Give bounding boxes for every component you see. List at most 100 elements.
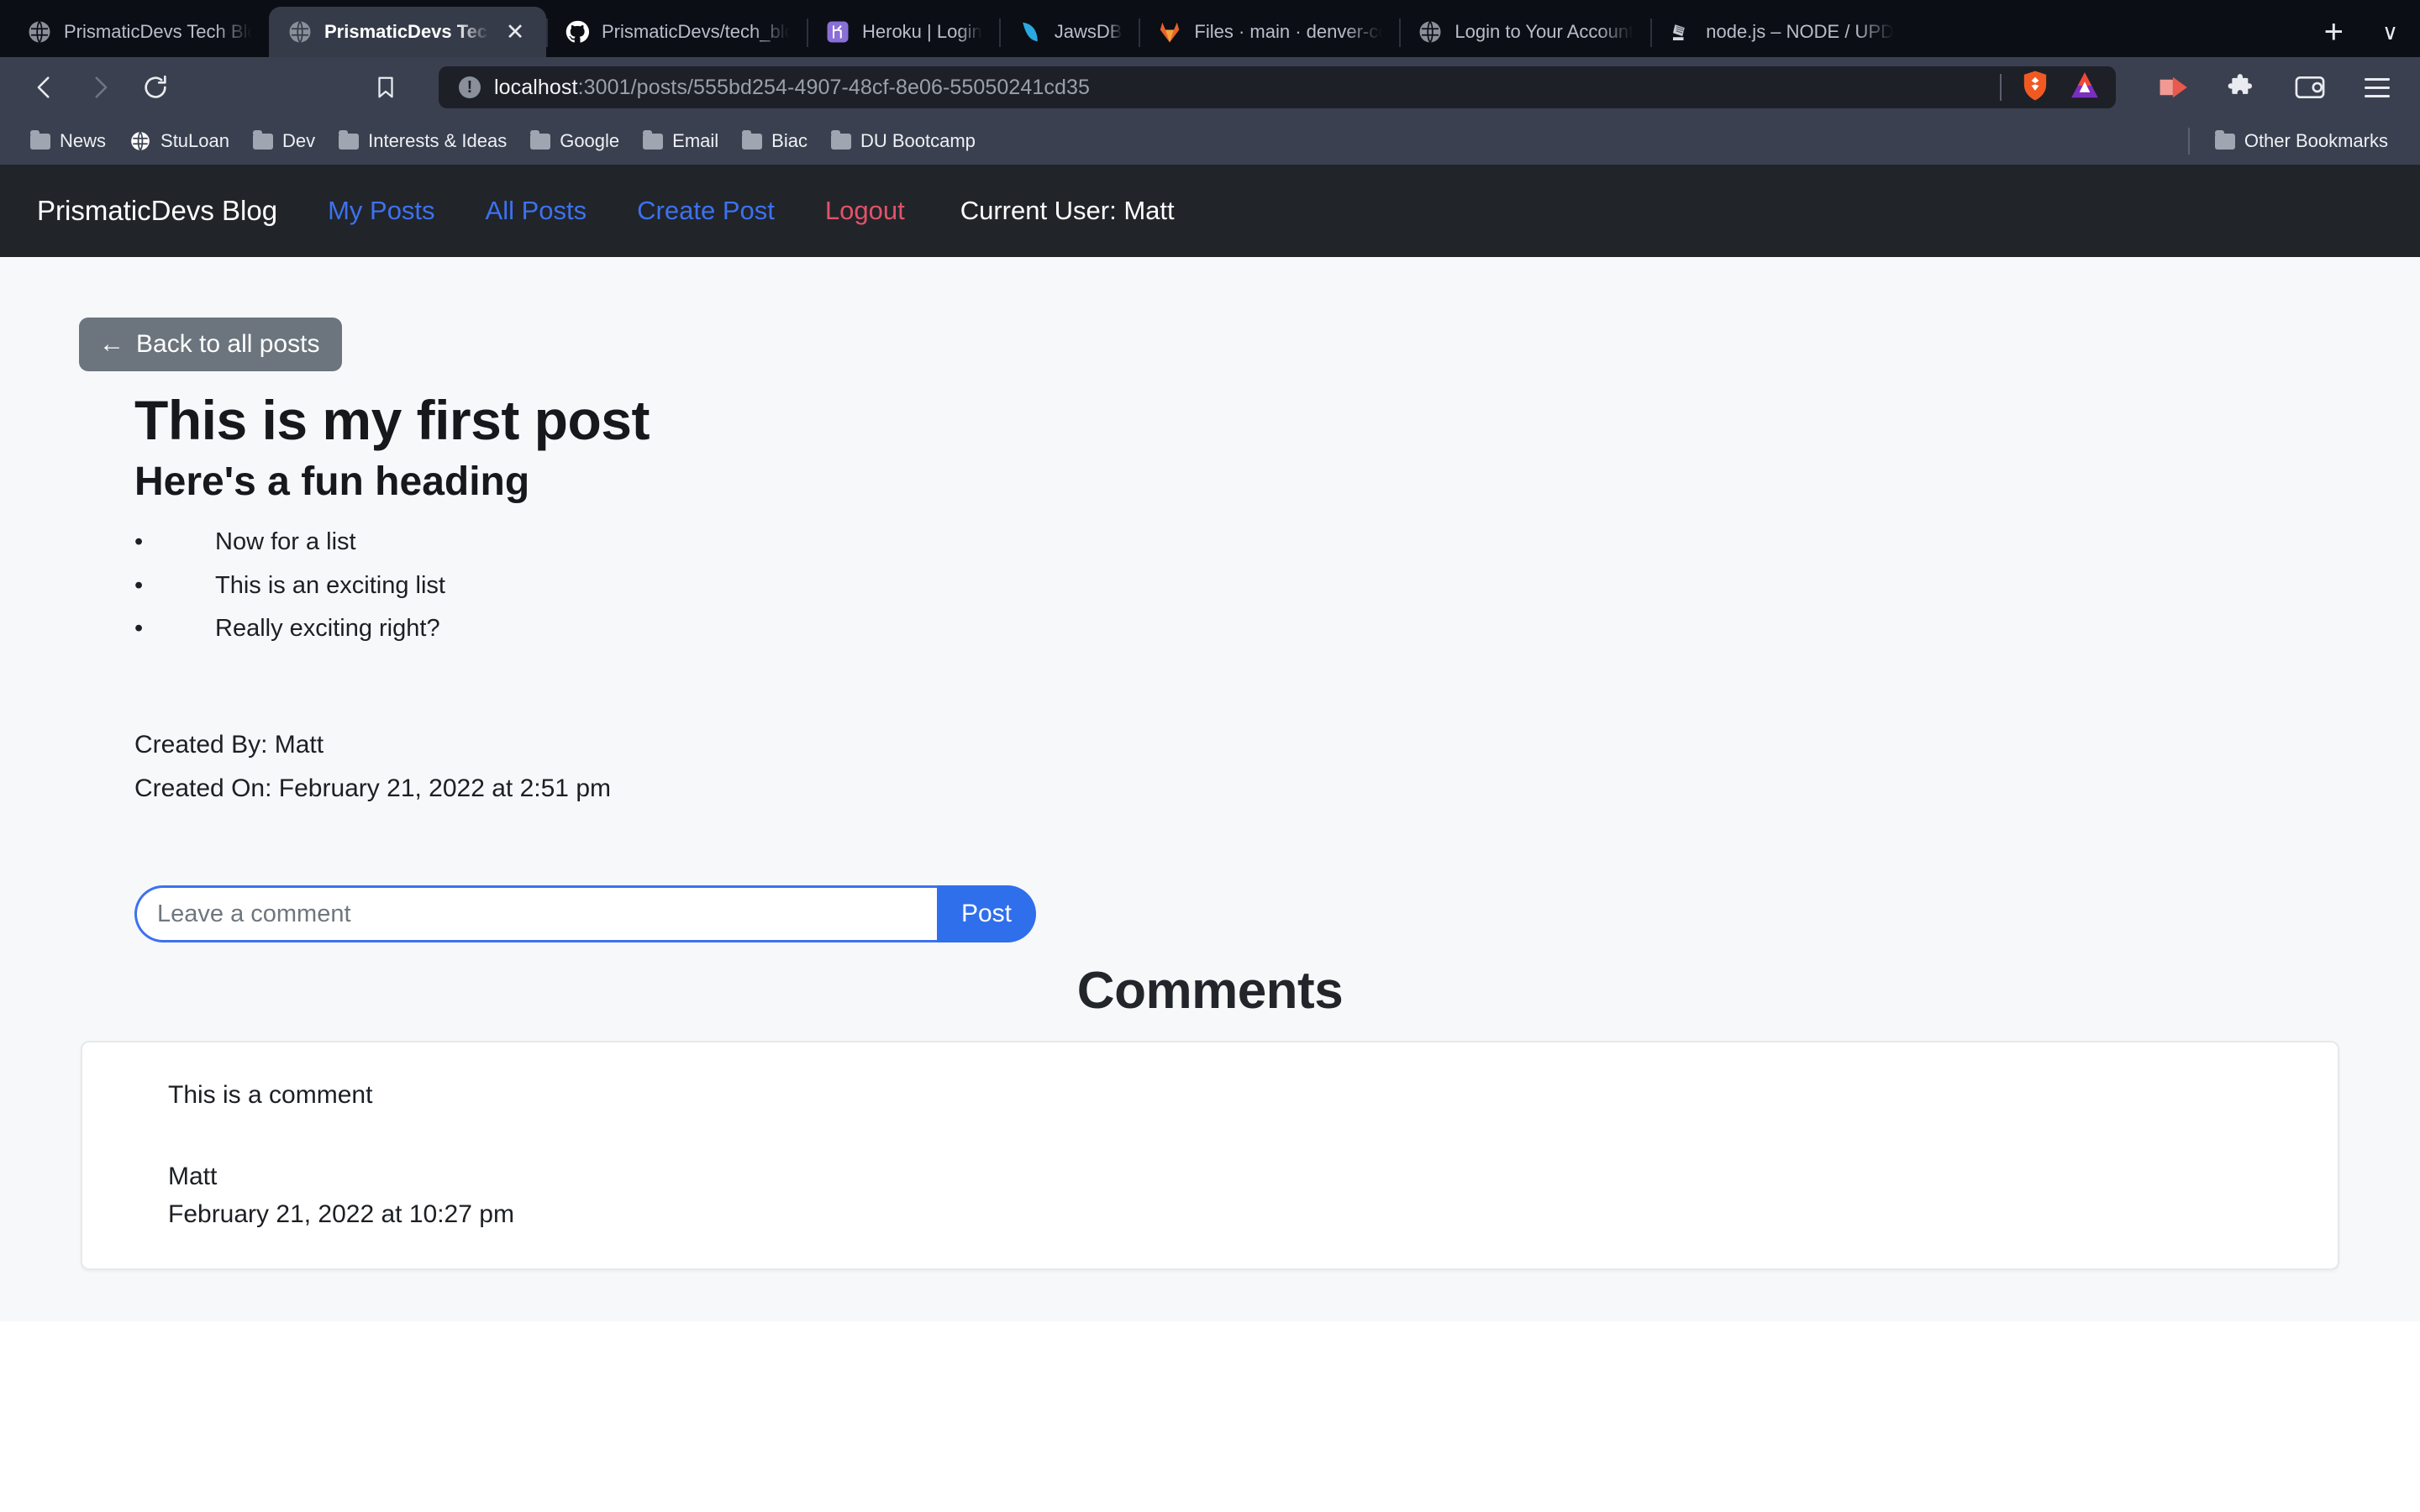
tab-divider: [546, 18, 548, 47]
current-user-label: Current User: Matt: [960, 196, 1175, 225]
address-bar[interactable]: ! localhost:3001/posts/555bd254-4907-48c…: [439, 66, 2116, 108]
browser-tab[interactable]: Files · main · denver-coding: [1139, 7, 1399, 57]
back-to-all-posts-button[interactable]: ← Back to all posts: [79, 318, 343, 371]
chevron-down-icon[interactable]: ∨: [2382, 21, 2398, 43]
comment-input[interactable]: [134, 885, 937, 943]
tab-title: PrismaticDevs Tech Blog: [324, 21, 489, 42]
heroku-icon: [825, 19, 850, 45]
back-button[interactable]: [20, 63, 69, 112]
bookmark-item-other-bookmarks[interactable]: Other Bookmarks: [2205, 125, 2398, 157]
folder-icon: [2214, 129, 2235, 150]
bookmark-item-news[interactable]: News: [20, 125, 116, 157]
gitlab-icon: [1157, 19, 1182, 45]
folder-icon: [742, 129, 763, 150]
comment-form: Post: [134, 885, 1036, 943]
globe-icon: [129, 130, 151, 152]
brave-shield-icon[interactable]: [2020, 70, 2050, 106]
tab-title: node.js – NODE / UPDATE: [1706, 21, 1894, 42]
globe-icon: [27, 19, 52, 45]
reload-button[interactable]: [131, 63, 180, 112]
github-icon: [565, 19, 590, 45]
tab-divider: [807, 18, 808, 47]
bookmark-item-interests-ideas[interactable]: Interests & Ideas: [329, 125, 517, 157]
tab-divider: [998, 18, 1001, 47]
browser-tab[interactable]: JawsDB: [998, 7, 1139, 57]
nav-link-all-posts[interactable]: All Posts: [486, 196, 587, 226]
folder-icon: [643, 129, 664, 150]
site-navbar: PrismaticDevs Blog My Posts All Posts Cr…: [0, 165, 2420, 257]
site-info-icon[interactable]: !: [459, 76, 481, 98]
comment-author: Matt: [168, 1163, 218, 1191]
post-body: Here's a fun heading Now for a list This…: [134, 458, 2420, 651]
browser-tab[interactable]: PrismaticDevs Tech Blog: [8, 7, 269, 57]
comment-date: February 21, 2022 at 10:27 pm: [168, 1200, 514, 1229]
below-page-area: [0, 1321, 2420, 1508]
nav-link-logout[interactable]: Logout: [825, 196, 905, 226]
bookmark-label: Biac: [771, 130, 808, 151]
post-created-on: Created On: February 21, 2022 at 2:51 pm: [134, 774, 611, 802]
back-button-label: Back to all posts: [136, 330, 320, 358]
comments-heading: Comments: [1076, 962, 1344, 1021]
comment-text: This is a comment: [168, 1081, 373, 1110]
new-tab-button[interactable]: +: [2324, 15, 2344, 49]
bookmark-item-biac[interactable]: Biac: [732, 125, 818, 157]
bookmark-label: StuLoan: [160, 130, 229, 151]
bookmark-item-dev[interactable]: Dev: [243, 125, 325, 157]
address-bar-actions: [1983, 70, 2101, 106]
folder-icon: [830, 129, 851, 150]
list-item: Really exciting right?: [134, 607, 2420, 651]
tab-divider: [1399, 18, 1402, 47]
browser-tab[interactable]: Login to Your Account: [1399, 7, 1650, 57]
post-created-by: Created By: Matt: [134, 731, 324, 759]
url-path: :3001/posts/555bd254-4907-48cf-8e06-5505…: [577, 75, 1091, 99]
close-icon[interactable]: ✕: [501, 18, 529, 46]
post-comment-button[interactable]: Post: [937, 885, 1036, 943]
browser-tab[interactable]: Heroku | Login: [807, 7, 999, 57]
bookmark-item-stuloan[interactable]: StuLoan: [119, 125, 239, 157]
bookmark-label: News: [60, 130, 107, 151]
folder-icon: [30, 129, 50, 150]
site-brand[interactable]: PrismaticDevs Blog: [37, 195, 277, 227]
nav-link-create-post[interactable]: Create Post: [637, 196, 775, 226]
post-bullet-list: Now for a list This is an exciting list …: [134, 521, 2420, 651]
tab-title: PrismaticDevs/tech_blog: [602, 21, 790, 42]
wallet-icon[interactable]: [2292, 70, 2328, 105]
bookmarks-bar: News StuLoan Dev Interests & Ideas Googl…: [0, 118, 2420, 165]
tab-title: Heroku | Login: [862, 21, 982, 42]
bookmark-item-du-bootcamp[interactable]: DU Bootcamp: [821, 125, 986, 157]
puzzle-piece-icon[interactable]: [2225, 70, 2260, 105]
bookmark-item-email[interactable]: Email: [633, 125, 729, 157]
folder-icon: [339, 129, 360, 150]
bookmark-label: Interests & Ideas: [368, 130, 508, 151]
browser-tab[interactable]: node.js – NODE / UPDATE: [1650, 7, 1911, 57]
bookmark-item-google[interactable]: Google: [520, 125, 629, 157]
bookmark-label: Google: [560, 130, 620, 151]
page-content: ← Back to all posts This is my first pos…: [0, 257, 2420, 1271]
page-viewport: PrismaticDevs Blog My Posts All Posts Cr…: [0, 165, 2420, 1321]
divider: [2000, 74, 2002, 101]
cast-icon[interactable]: [2158, 70, 2193, 105]
folder-icon: [530, 129, 551, 150]
forward-button[interactable]: [76, 63, 124, 112]
tab-strip-controls: + ∨: [2324, 7, 2420, 57]
post-title: This is my first post: [134, 389, 650, 451]
tab-title: Login to Your Account: [1455, 21, 1634, 42]
brave-rewards-icon[interactable]: [2069, 70, 2101, 106]
bookmark-icon[interactable]: [361, 63, 410, 112]
toolbar-right-actions: [2123, 70, 2400, 105]
browser-chrome: PrismaticDevs Tech Blog PrismaticDevs Te…: [0, 0, 2420, 165]
nav-link-my-posts[interactable]: My Posts: [328, 196, 434, 226]
bookmark-label: Other Bookmarks: [2244, 130, 2388, 151]
browser-tab[interactable]: PrismaticDevs/tech_blog: [546, 7, 807, 57]
list-item: This is an exciting list: [134, 564, 2420, 608]
browser-toolbar: ! localhost:3001/posts/555bd254-4907-48c…: [0, 57, 2420, 118]
browser-tab-active[interactable]: PrismaticDevs Tech Blog ✕: [269, 7, 546, 57]
tab-title: PrismaticDevs Tech Blog: [64, 21, 252, 42]
hamburger-menu-icon[interactable]: [2360, 70, 2395, 105]
nodejs-icon: [1669, 19, 1694, 45]
tab-strip: PrismaticDevs Tech Blog PrismaticDevs Te…: [0, 0, 2420, 57]
comment-card: This is a comment Matt February 21, 2022…: [81, 1041, 2339, 1271]
tab-divider: [1650, 18, 1653, 47]
tab-title: JawsDB: [1054, 21, 1123, 42]
url-text: localhost:3001/posts/555bd254-4907-48cf-…: [494, 76, 1090, 100]
